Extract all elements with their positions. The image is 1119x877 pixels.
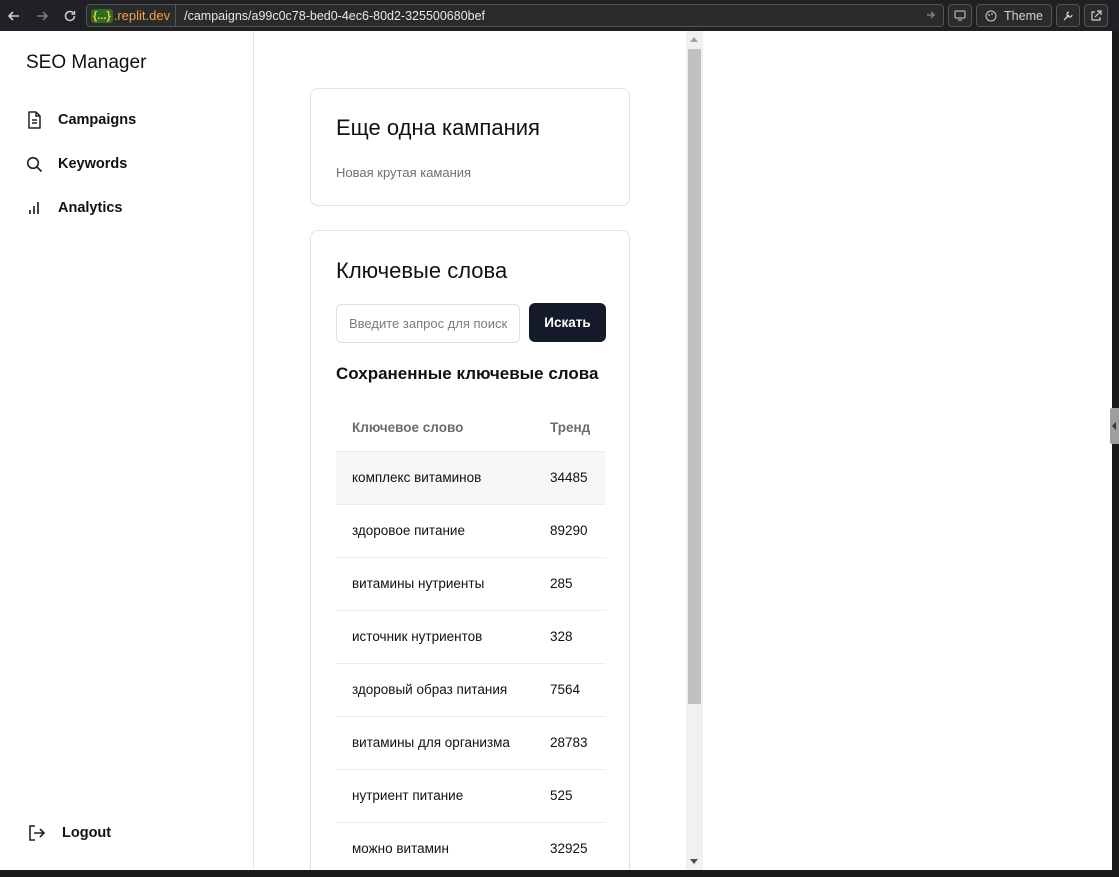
back-icon[interactable] bbox=[0, 0, 28, 31]
keyword-cell: здоровое питание bbox=[336, 504, 536, 558]
trend-cell: 32925 bbox=[536, 822, 606, 870]
address-bar[interactable]: {...} .replit.dev /campaigns/a99c0c78-be… bbox=[86, 4, 944, 27]
external-link-icon[interactable] bbox=[1084, 4, 1108, 27]
campaign-description: Новая крутая камания bbox=[336, 165, 472, 180]
replit-logo-icon: {...} bbox=[91, 8, 113, 23]
go-arrow-icon[interactable] bbox=[919, 9, 943, 23]
brand-title: SEO Manager bbox=[26, 52, 147, 73]
keyword-cell: источник нутриентов bbox=[336, 610, 536, 664]
url-path[interactable]: /campaigns/a99c0c78-bed0-4ec6-80d2-32550… bbox=[184, 9, 919, 23]
scroll-up-icon[interactable] bbox=[690, 37, 698, 42]
keyword-search-input[interactable] bbox=[336, 304, 520, 343]
trend-cell: 28783 bbox=[536, 716, 606, 770]
monitor-icon[interactable] bbox=[948, 4, 972, 27]
keywords-card: Ключевые слова Искать Сохраненные ключев… bbox=[310, 230, 630, 870]
table-row[interactable]: источник нутриентов 328 bbox=[336, 610, 606, 664]
trend-cell: 7564 bbox=[536, 663, 606, 717]
trend-cell: 285 bbox=[536, 557, 606, 611]
sidebar-item-label: Analytics bbox=[58, 200, 123, 216]
sidebar-item-analytics[interactable]: Analytics bbox=[24, 196, 122, 220]
sidebar-item-keywords[interactable]: Keywords bbox=[24, 152, 127, 176]
sidebar-item-campaigns[interactable]: Campaigns bbox=[24, 108, 136, 132]
keyword-cell: можно витамин bbox=[336, 822, 536, 870]
sidebar: SEO Manager Campaigns Keywords Analytics… bbox=[0, 31, 254, 870]
table-header-row: Ключевое слово Тренд bbox=[336, 404, 606, 452]
sidebar-item-label: Campaigns bbox=[58, 112, 137, 128]
saved-keywords-title: Сохраненные ключевые слова bbox=[336, 364, 599, 383]
campaign-title: Еще одна кампания bbox=[336, 115, 540, 140]
main-content: Еще одна кампания Новая крутая камания К… bbox=[255, 31, 686, 870]
reload-icon[interactable] bbox=[56, 0, 84, 31]
domain-chip: {...} .replit.dev bbox=[87, 5, 177, 26]
panel-toggle-handle[interactable] bbox=[1110, 408, 1119, 444]
theme-button[interactable]: Theme bbox=[976, 4, 1052, 27]
trend-cell: 34485 bbox=[536, 451, 606, 505]
campaign-card: Еще одна кампания Новая крутая камания bbox=[310, 88, 630, 206]
keywords-title: Ключевые слова bbox=[336, 258, 508, 283]
table-row[interactable]: здоровое питание 89290 bbox=[336, 504, 606, 558]
trend-cell: 525 bbox=[536, 769, 606, 823]
document-icon bbox=[24, 110, 44, 130]
palette-icon bbox=[985, 10, 997, 22]
table-row[interactable]: комплекс витаминов 34485 bbox=[336, 451, 606, 505]
column-header-keyword[interactable]: Ключевое слово bbox=[336, 404, 536, 452]
keyword-cell: нутриент питание bbox=[336, 769, 536, 823]
keyword-cell: комплекс витаминов bbox=[336, 451, 536, 505]
bar-chart-icon bbox=[24, 198, 44, 218]
table-row[interactable]: можно витамин 32925 bbox=[336, 822, 606, 870]
logout-label: Logout bbox=[62, 825, 112, 841]
table-row[interactable]: витамины нутриенты 285 bbox=[336, 557, 606, 611]
table-row[interactable]: витамины для организма 28783 bbox=[336, 716, 606, 770]
keyword-cell: здоровый образ питания bbox=[336, 663, 536, 717]
column-header-trend[interactable]: Тренд bbox=[536, 404, 606, 452]
logout-button[interactable]: Logout bbox=[28, 821, 111, 845]
sidebar-item-label: Keywords bbox=[58, 156, 128, 172]
keyword-cell: витамины нутриенты bbox=[336, 557, 536, 611]
scroll-down-icon[interactable] bbox=[690, 859, 698, 864]
scrollbar-thumb[interactable] bbox=[688, 49, 701, 704]
trend-cell: 328 bbox=[536, 610, 606, 664]
logout-icon bbox=[28, 823, 48, 843]
window-bottom-edge bbox=[0, 870, 1119, 877]
keyword-cell: витамины для организма bbox=[336, 716, 536, 770]
table-row[interactable]: здоровый образ питания 7564 bbox=[336, 663, 606, 717]
app-page: SEO Manager Campaigns Keywords Analytics… bbox=[0, 31, 1112, 870]
search-icon bbox=[24, 154, 44, 174]
wrench-icon[interactable] bbox=[1056, 4, 1080, 27]
vertical-scrollbar[interactable] bbox=[686, 31, 703, 870]
table-row[interactable]: нутриент питание 525 bbox=[336, 769, 606, 823]
trend-cell: 89290 bbox=[536, 504, 606, 558]
window-edge bbox=[1112, 31, 1119, 877]
domain-text: .replit.dev bbox=[113, 8, 171, 23]
forward-icon[interactable] bbox=[28, 0, 56, 31]
theme-label: Theme bbox=[1004, 8, 1043, 23]
keywords-table: Ключевое слово Тренд комплекс витаминов … bbox=[336, 404, 606, 870]
search-button[interactable]: Искать bbox=[529, 303, 606, 342]
